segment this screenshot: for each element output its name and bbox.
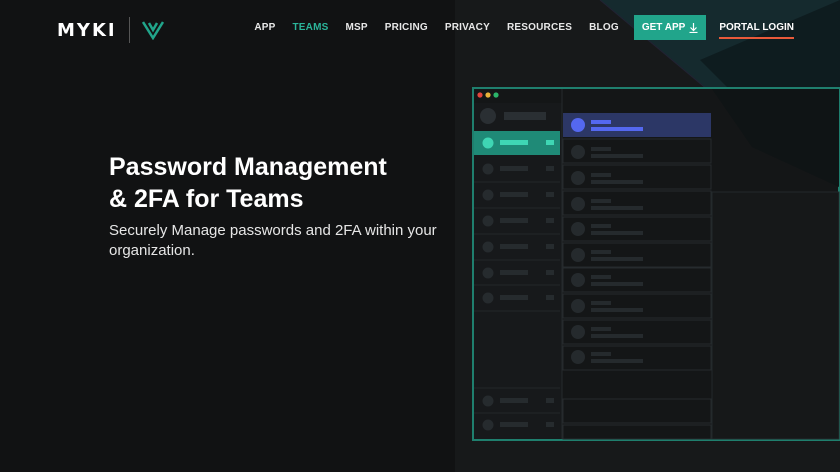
logo-divider [128,17,130,43]
site-header: MYKI APP TEAMS MSP PRICING PRIVACY RESOU… [0,0,840,56]
hero-title-line2: & 2FA for Teams [109,185,304,213]
shield-logo-icon [141,21,164,40]
nav-item-msp[interactable]: MSP [346,22,368,33]
hero-title-line1: Password Management [109,153,387,181]
nav-item-resources[interactable]: RESOURCES [507,22,572,33]
main-nav: APP TEAMS MSP PRICING PRIVACY RESOURCES … [237,15,794,40]
hero-title: Password Management & 2FA for Teams [109,151,449,215]
nav-item-blog[interactable]: BLOG [589,22,619,33]
app-preview-graphic [472,87,840,441]
nav-item-privacy[interactable]: PRIVACY [445,22,490,33]
nav-item-teams[interactable]: TEAMS [293,22,329,33]
portal-login-link[interactable]: PORTAL LOGIN [719,22,794,39]
nav-item-app[interactable]: APP [254,22,275,33]
logo-wordmark: MYKI [57,19,117,41]
get-app-label: GET APP [641,22,686,33]
hero-subtitle: Securely Manage passwords and 2FA within… [109,222,437,259]
nav-item-pricing[interactable]: PRICING [385,22,428,33]
app-preview-illustration [472,87,840,441]
get-app-button[interactable]: GET APP [633,15,707,40]
logo[interactable]: MYKI [57,17,164,43]
download-icon [689,22,698,33]
